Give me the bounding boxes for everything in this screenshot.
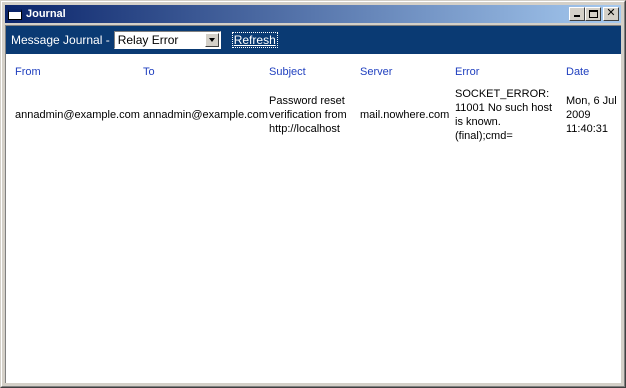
maximize-button[interactable] xyxy=(585,7,601,21)
close-icon: ✕ xyxy=(606,6,616,19)
cell-to: annadmin@example.com xyxy=(143,109,268,121)
window-icon[interactable] xyxy=(8,8,22,20)
maximize-icon xyxy=(589,10,598,18)
caption-buttons: ✕ xyxy=(569,7,619,21)
journal-toolbar: Message Journal - Relay Error Refresh xyxy=(6,26,621,54)
refresh-link[interactable]: Refresh xyxy=(231,32,278,48)
title-bar[interactable]: Journal ✕ xyxy=(5,5,621,23)
minimize-button[interactable] xyxy=(569,7,585,21)
cell-date: Mon, 6 Jul 2009 11:40:31 xyxy=(566,95,617,135)
cell-subject: Password reset verification from http://… xyxy=(269,95,347,135)
client-area: Message Journal - Relay Error Refresh Fr… xyxy=(5,25,621,383)
cell-from: annadmin@example.com xyxy=(15,109,140,121)
journal-table: From To Subject Server Error Date annadm… xyxy=(6,54,621,383)
message-journal-label: Message Journal - xyxy=(11,33,110,47)
column-header-from[interactable]: From xyxy=(15,66,41,78)
cell-error: SOCKET_ERROR: 11001 No such host is know… xyxy=(455,88,553,142)
cell-server: mail.nowhere.com xyxy=(360,109,450,121)
minimize-icon xyxy=(574,15,580,17)
chevron-down-icon[interactable] xyxy=(204,33,219,47)
column-header-to[interactable]: To xyxy=(143,66,155,78)
column-header-error[interactable]: Error xyxy=(455,66,479,78)
column-header-server[interactable]: Server xyxy=(360,66,392,78)
journal-select-value: Relay Error xyxy=(117,33,179,47)
window-frame: Journal ✕ Message Journal - Relay Error … xyxy=(1,1,625,387)
column-header-subject[interactable]: Subject xyxy=(269,66,306,78)
journal-select[interactable]: Relay Error xyxy=(113,31,221,49)
journal-window: Journal ✕ Message Journal - Relay Error … xyxy=(0,0,626,388)
column-header-date[interactable]: Date xyxy=(566,66,589,78)
window-title: Journal xyxy=(26,8,66,20)
close-button[interactable]: ✕ xyxy=(603,7,619,21)
